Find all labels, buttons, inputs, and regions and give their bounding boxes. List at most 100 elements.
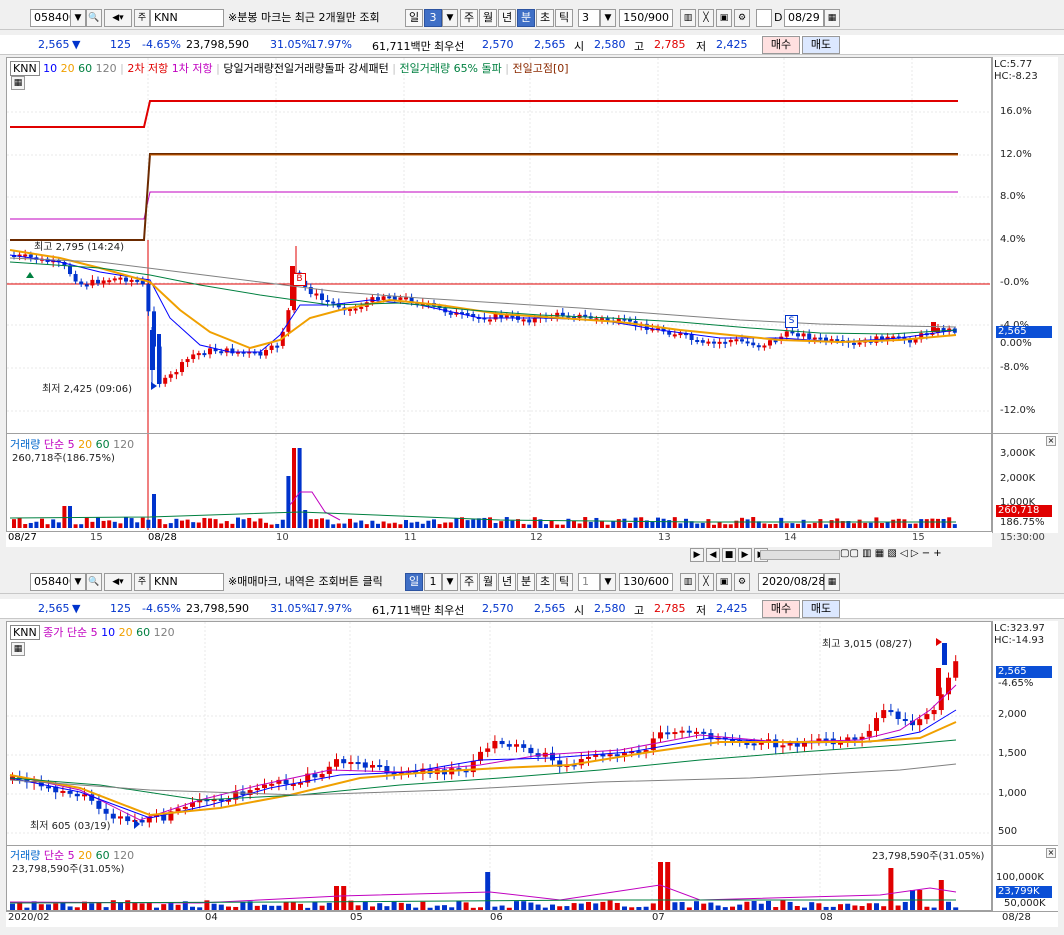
intraday-y-axis — [992, 57, 1058, 533]
search-icon-2[interactable]: 🔍 — [86, 573, 102, 591]
period-year-button[interactable]: 년 — [498, 9, 516, 27]
intraday-y-tick-7: -8.0% — [1000, 362, 1030, 373]
period-month-button[interactable]: 월 — [479, 9, 497, 27]
period-minute-button[interactable]: 분 — [517, 9, 535, 27]
d-vol-tick-100000k: 100,000K — [996, 872, 1044, 883]
settings-icon-2[interactable]: ⚙ — [734, 573, 750, 591]
price-value: 2,565 — [38, 38, 70, 51]
volume-close-icon-2[interactable]: × — [1046, 848, 1056, 858]
save-icon[interactable]: ▣ — [716, 9, 732, 27]
period-day-button[interactable]: 일 — [405, 9, 423, 27]
sell-button[interactable]: 매도 — [802, 36, 840, 54]
stock-code-input[interactable]: 058400 — [30, 9, 76, 27]
period-second-button-2[interactable]: 초 — [536, 573, 554, 591]
period-day-button-2[interactable]: 일 — [405, 573, 423, 591]
intraday-y-tick-2: 8.0% — [1000, 191, 1026, 202]
stop-icon[interactable]: ■ — [722, 548, 736, 562]
date-input[interactable]: 08/29 — [784, 9, 824, 27]
period-week-button-2[interactable]: 주 — [460, 573, 478, 591]
buy-signal-marker[interactable]: B — [293, 273, 306, 286]
zoom-out-icon[interactable]: − — [922, 548, 930, 559]
daily-chart-panel[interactable] — [6, 621, 992, 911]
volume-value-2: 23,798,590 — [186, 602, 249, 615]
calendar-icon-2[interactable]: ▦ — [824, 573, 840, 591]
candle-type-icon[interactable]: ▥ — [680, 9, 696, 27]
period-dropdown-icon-2[interactable]: ▼ — [442, 573, 458, 591]
line-tool-icon-2[interactable]: ╳ — [698, 573, 714, 591]
vol-ma120: 120 — [113, 438, 135, 451]
lc-label: LC:5.77 — [994, 59, 1033, 70]
period-month-button-2[interactable]: 월 — [479, 573, 497, 591]
minute-dropdown-icon[interactable]: ▼ — [600, 9, 616, 27]
play-icon[interactable]: ▶ — [738, 548, 752, 562]
scroll-right-icon[interactable]: ▶ — [690, 548, 704, 562]
period-tick-button-2[interactable]: 틱 — [555, 573, 573, 591]
sound-icon[interactable]: ◀▾ — [104, 9, 132, 27]
sell-button-2[interactable]: 매도 — [802, 600, 840, 618]
buy-button-2[interactable]: 매수 — [762, 600, 800, 618]
intraday-chart-panel[interactable] — [6, 57, 992, 533]
search-icon[interactable]: 🔍 — [86, 9, 102, 27]
low-value: 2,425 — [716, 38, 748, 51]
settings-icon[interactable]: ⚙ — [734, 9, 750, 27]
period-value-button-2[interactable]: 1 — [424, 573, 442, 591]
code-dropdown-icon-2[interactable]: ▼ — [70, 573, 86, 591]
count-input[interactable]: 150/900 — [619, 9, 673, 27]
zoom-in-icon[interactable]: + — [933, 548, 941, 559]
date-input-2[interactable]: 2020/08/28 — [758, 573, 825, 591]
sound-icon-2[interactable]: ◀▾ — [104, 573, 132, 591]
d-ma5: 5 — [90, 626, 98, 639]
price-value-2: 2,565 — [38, 602, 70, 615]
ask-value: 2,570 — [482, 38, 514, 51]
date-checkbox[interactable] — [756, 9, 772, 27]
horizontal-scrollbar[interactable] — [760, 550, 840, 560]
scroll-first-icon[interactable]: ◀ — [706, 548, 720, 562]
day-value-input[interactable]: 1 — [578, 573, 600, 591]
count-input-2[interactable]: 130/600 — [619, 573, 673, 591]
period-minute-button-2[interactable]: 분 — [517, 573, 535, 591]
high-label: 고 — [634, 40, 645, 53]
table-icon-2[interactable]: ▦ — [11, 642, 25, 656]
period-week-button[interactable]: 주 — [460, 9, 478, 27]
period-dropdown-icon[interactable]: ▼ — [442, 9, 458, 27]
high-annotation: 최고 2,795 (14:24) — [34, 242, 125, 253]
day-dropdown-icon[interactable]: ▼ — [600, 573, 616, 591]
daily-x-tick-2: 05 — [350, 912, 363, 923]
vol-last-box: 260,718 — [996, 505, 1052, 517]
stock-code-input-2[interactable]: 058400 — [30, 573, 76, 591]
intraday-x-tick-0: 08/27 — [8, 532, 37, 543]
ma-label-2[interactable]: KNN — [10, 625, 40, 640]
stock-name-field-2[interactable]: KNN — [150, 573, 224, 591]
amount-value: 61,711백만 — [372, 40, 431, 53]
volume-close-icon[interactable]: × — [1046, 436, 1056, 446]
notice-text-2: ※매매마크, 내역은 조회버튼 클릭 — [228, 575, 383, 588]
intraday-x-tick-8: 15 — [912, 532, 925, 543]
ma-label[interactable]: KNN — [10, 61, 40, 76]
zoom-tools-icon[interactable]: ▢▢ ▥ ▦ ▧ ◁ ▷ — [840, 548, 919, 559]
notice-text: ※분봉 마크는 최근 2개월만 조회 — [228, 11, 380, 24]
period-tick-button[interactable]: 틱 — [555, 9, 573, 27]
period-value-button[interactable]: 3 — [424, 9, 442, 27]
table-icon[interactable]: ▦ — [11, 76, 25, 90]
intraday-x-tick-5: 12 — [530, 532, 543, 543]
period-second-button[interactable]: 초 — [536, 9, 554, 27]
buy-button[interactable]: 매수 — [762, 36, 800, 54]
d-ma10: 10 — [101, 626, 116, 639]
period-year-button-2[interactable]: 년 — [498, 573, 516, 591]
ma20-label: 20 — [60, 62, 75, 75]
rate-value: -4.65% — [142, 38, 181, 51]
sell-signal-marker[interactable]: S — [785, 315, 798, 328]
calendar-icon[interactable]: ▦ — [824, 9, 840, 27]
candle-type-icon-2[interactable]: ▥ — [680, 573, 696, 591]
daily-x-tick-6: 08/28 — [1002, 912, 1031, 923]
turnover-value: 31.05% — [270, 38, 312, 51]
open-label-2: 시 — [574, 604, 585, 617]
intraday-last-price: 2,565 — [996, 326, 1052, 338]
line-tool-icon[interactable]: ╳ — [698, 9, 714, 27]
stock-name-field[interactable]: KNN — [150, 9, 224, 27]
low-value-2: 2,425 — [716, 602, 748, 615]
save-icon-2[interactable]: ▣ — [716, 573, 732, 591]
minute-value-input[interactable]: 3 — [578, 9, 600, 27]
code-dropdown-icon[interactable]: ▼ — [70, 9, 86, 27]
open-value: 2,580 — [594, 38, 626, 51]
